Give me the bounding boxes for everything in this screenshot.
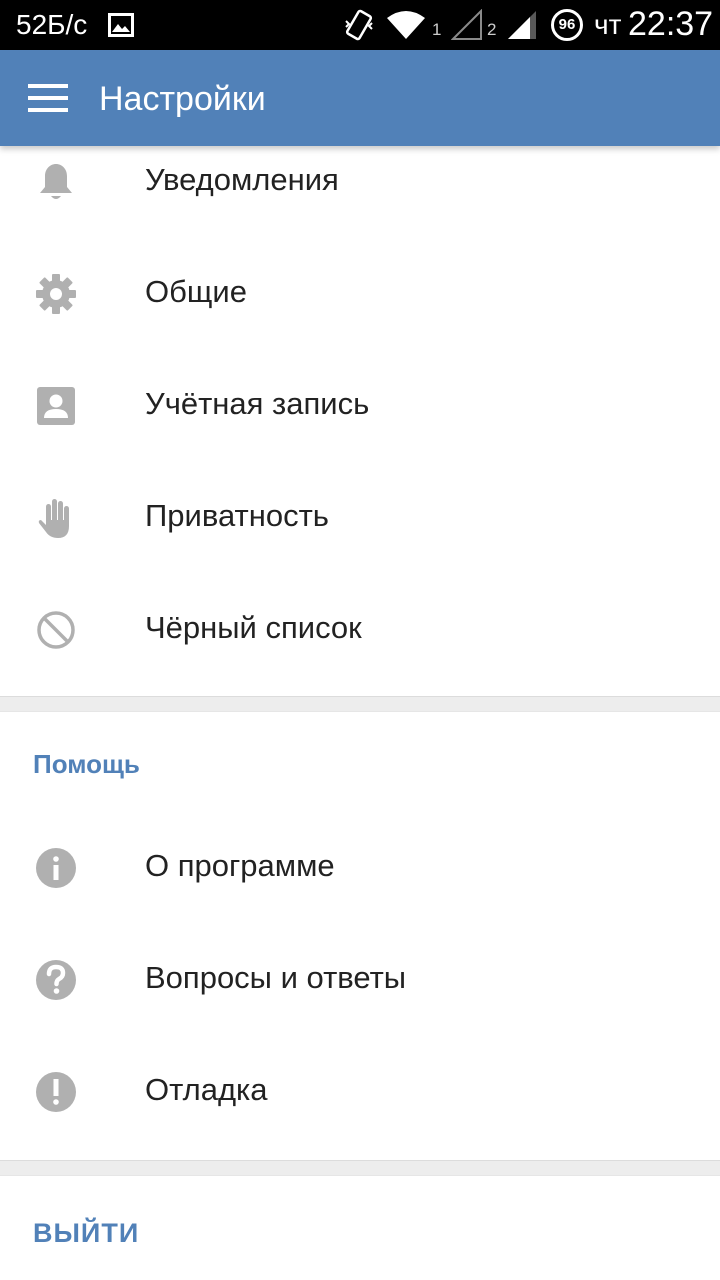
account-icon bbox=[37, 387, 75, 425]
question-icon bbox=[36, 960, 76, 1000]
network-speed: 52Б/с bbox=[16, 9, 88, 40]
block-icon bbox=[37, 611, 75, 649]
image-notification-icon bbox=[108, 13, 134, 37]
sim2-signal-icon bbox=[508, 11, 536, 39]
gear-icon bbox=[36, 274, 76, 314]
sim2-label: 2 bbox=[487, 20, 497, 39]
help-item-debug[interactable]: Отладка bbox=[0, 1034, 720, 1146]
settings-list: Уведомления Общие Учётная запись Приватн… bbox=[0, 146, 720, 1280]
section-divider bbox=[0, 696, 720, 712]
info-icon bbox=[36, 848, 76, 888]
settings-item-label: Учётная запись bbox=[145, 386, 370, 421]
settings-item-general[interactable]: Общие bbox=[0, 236, 720, 348]
logout-button[interactable]: ВЫЙТИ bbox=[33, 1218, 139, 1249]
status-day: чт bbox=[594, 9, 622, 40]
help-item-label: Вопросы и ответы bbox=[145, 960, 407, 995]
settings-item-notifications[interactable]: Уведомления bbox=[0, 146, 720, 236]
section-header-help: Помощь bbox=[33, 749, 140, 779]
settings-item-blacklist[interactable]: Чёрный список bbox=[0, 572, 720, 684]
settings-item-label: Уведомления bbox=[145, 162, 339, 197]
hand-icon bbox=[38, 499, 69, 538]
battery-level: 96 bbox=[558, 16, 576, 33]
settings-item-label: Чёрный список bbox=[145, 610, 362, 645]
bell-icon bbox=[40, 164, 72, 199]
help-item-label: Отладка bbox=[145, 1072, 268, 1107]
page-title: Настройки bbox=[99, 80, 266, 118]
exclamation-icon bbox=[36, 1072, 76, 1112]
status-bar: 52Б/с 1 2 96 чт 22:37 bbox=[0, 0, 720, 50]
app-bar: Настройки bbox=[0, 50, 720, 146]
sim1-signal-icon bbox=[451, 9, 482, 40]
status-time: 22:37 bbox=[628, 5, 714, 43]
settings-item-account[interactable]: Учётная запись bbox=[0, 348, 720, 460]
settings-item-privacy[interactable]: Приватность bbox=[0, 460, 720, 572]
settings-item-label: Приватность bbox=[145, 498, 329, 533]
wifi-icon bbox=[387, 11, 425, 39]
help-item-label: О программе bbox=[145, 848, 335, 883]
help-item-about[interactable]: О программе bbox=[0, 810, 720, 922]
sim1-label: 1 bbox=[432, 20, 442, 39]
section-divider bbox=[0, 1160, 720, 1176]
settings-item-label: Общие bbox=[145, 274, 247, 309]
vibrate-icon bbox=[345, 9, 373, 41]
help-item-faq[interactable]: Вопросы и ответы bbox=[0, 922, 720, 1034]
hamburger-menu-icon[interactable] bbox=[20, 76, 76, 120]
